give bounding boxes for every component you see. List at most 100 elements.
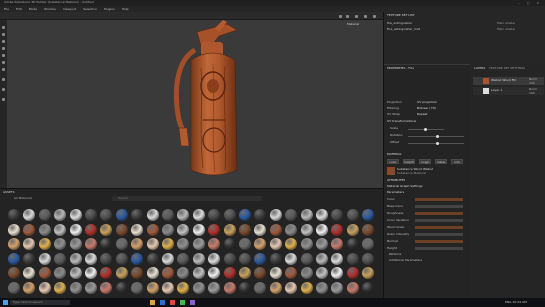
parameter-value-field[interactable] xyxy=(415,226,463,229)
material-swatch[interactable] xyxy=(38,223,51,236)
taskbar-search-input[interactable]: Type here to search xyxy=(10,300,70,305)
material-swatch[interactable] xyxy=(131,223,144,236)
field-value[interactable]: UV projection xyxy=(417,101,437,104)
texture-set-settings-tab[interactable]: TEXTURE SET SETTINGS xyxy=(489,67,525,70)
material-swatch[interactable] xyxy=(346,209,359,221)
material-swatch[interactable] xyxy=(346,267,359,279)
brush-icon[interactable] xyxy=(2,26,5,29)
slider-handle[interactable] xyxy=(436,142,439,145)
material-swatch[interactable] xyxy=(100,238,113,250)
parameter-value-field[interactable] xyxy=(415,212,463,215)
material-swatch[interactable] xyxy=(38,267,51,279)
layer-name[interactable]: Layer 1 xyxy=(491,89,502,92)
material-swatch[interactable] xyxy=(115,238,128,250)
grid-icon[interactable] xyxy=(346,15,349,18)
material-thumbnail[interactable] xyxy=(387,167,395,175)
layer-blend[interactable]: Norm xyxy=(529,88,537,91)
material-swatch[interactable] xyxy=(346,281,359,294)
material-swatch[interactable] xyxy=(316,252,328,265)
material-swatch[interactable] xyxy=(208,238,221,250)
material-swatch[interactable] xyxy=(223,209,236,221)
material-swatch[interactable] xyxy=(239,252,251,265)
settings-icon[interactable] xyxy=(373,15,376,18)
material-swatch[interactable] xyxy=(208,281,221,294)
material-swatch[interactable] xyxy=(362,252,375,265)
parameter-value-field[interactable] xyxy=(415,198,463,201)
material-swatch[interactable] xyxy=(254,238,267,250)
viewport-mode[interactable]: Material xyxy=(347,23,359,26)
material-swatch[interactable] xyxy=(300,209,313,221)
material-swatch[interactable] xyxy=(269,252,282,265)
material-swatch[interactable] xyxy=(38,281,51,294)
menu-item-viewport[interactable]: Viewport xyxy=(63,8,76,11)
material-swatch[interactable] xyxy=(331,267,344,279)
parameter-value-field[interactable] xyxy=(415,233,463,236)
layer-opacity[interactable]: 100 xyxy=(529,92,535,95)
material-swatch[interactable] xyxy=(362,281,375,294)
smudge-icon[interactable] xyxy=(2,54,5,57)
filtering-row[interactable]: Filtering Bilinear | HQ xyxy=(387,106,467,111)
material-swatch[interactable] xyxy=(300,281,313,294)
material-swatch[interactable] xyxy=(192,281,205,294)
texture-set-shader[interactable]: Main shader xyxy=(497,28,515,31)
material-swatch[interactable] xyxy=(362,223,375,236)
file-explorer-icon[interactable] xyxy=(150,300,155,305)
material-swatch[interactable] xyxy=(362,238,375,250)
system-clock[interactable]: ENG 10:24 AM xyxy=(505,301,527,304)
parameter-value-field[interactable] xyxy=(415,247,463,250)
material-swatch[interactable] xyxy=(285,267,298,279)
slider-handle[interactable] xyxy=(436,135,439,138)
material-swatch[interactable] xyxy=(146,252,159,265)
parameter-value-field[interactable] xyxy=(415,205,463,208)
material-swatch[interactable] xyxy=(162,238,174,250)
material-swatch[interactable] xyxy=(69,238,82,250)
window-controls[interactable]: – ▢ ✕ xyxy=(518,1,542,5)
material-swatch[interactable] xyxy=(208,252,221,265)
material-swatch[interactable] xyxy=(23,252,36,265)
media-app-icon[interactable] xyxy=(190,300,195,305)
parameter-row[interactable]: Height xyxy=(387,246,467,251)
material-swatch[interactable] xyxy=(162,281,174,294)
menu-item-help[interactable]: Help xyxy=(122,8,129,11)
material-swatch[interactable] xyxy=(54,238,67,250)
material-swatch[interactable] xyxy=(23,281,36,294)
material-swatch[interactable] xyxy=(239,281,251,294)
uv-header[interactable]: UV transformations xyxy=(387,120,416,123)
material-swatch[interactable] xyxy=(162,267,174,279)
patterns-section[interactable]: Patterns xyxy=(389,253,401,256)
polygon-fill-icon[interactable] xyxy=(2,78,5,81)
material-swatch[interactable] xyxy=(285,238,298,250)
painter-app-icon[interactable] xyxy=(170,300,175,305)
material-swatch[interactable] xyxy=(239,223,251,236)
material-swatch[interactable] xyxy=(192,267,205,279)
parameter-row[interactable]: Wood Grain xyxy=(387,225,467,230)
attributes-header[interactable]: ATTRIBUTES xyxy=(387,179,405,182)
menu-item-window[interactable]: Window xyxy=(44,8,56,11)
material-swatch[interactable] xyxy=(8,223,20,236)
camera-icon[interactable] xyxy=(339,15,342,18)
parameter-row[interactable]: Roughness xyxy=(387,211,467,216)
material-swatch[interactable] xyxy=(100,209,113,221)
assets-filter[interactable]: All Materials xyxy=(14,197,32,200)
layer-row[interactable]: Layer 1 Norm 100 xyxy=(473,87,544,95)
material-swatch[interactable] xyxy=(177,252,190,265)
material-swatch[interactable] xyxy=(8,281,20,294)
material-swatch[interactable] xyxy=(208,267,221,279)
material-swatch[interactable] xyxy=(8,209,20,221)
parameter-row[interactable]: Grain Intensity xyxy=(387,232,467,237)
channel-rough-button[interactable]: rough xyxy=(419,159,431,164)
material-swatch[interactable] xyxy=(346,238,359,250)
material-swatch[interactable] xyxy=(331,252,344,265)
material-swatch[interactable] xyxy=(300,238,313,250)
parameter-row[interactable]: Color Variation xyxy=(387,218,467,223)
material-swatch[interactable] xyxy=(316,238,328,250)
channel-nrm-button[interactable]: nrm xyxy=(451,159,463,164)
menu-item-file[interactable]: File xyxy=(4,8,9,11)
material-name[interactable]: Substance Wood Walnut xyxy=(397,168,433,171)
material-swatch[interactable] xyxy=(285,252,298,265)
material-swatch[interactable] xyxy=(115,223,128,236)
browser-icon[interactable] xyxy=(160,300,165,305)
material-swatch[interactable] xyxy=(177,223,190,236)
material-swatch[interactable] xyxy=(362,267,375,279)
material-swatch[interactable] xyxy=(8,238,20,250)
